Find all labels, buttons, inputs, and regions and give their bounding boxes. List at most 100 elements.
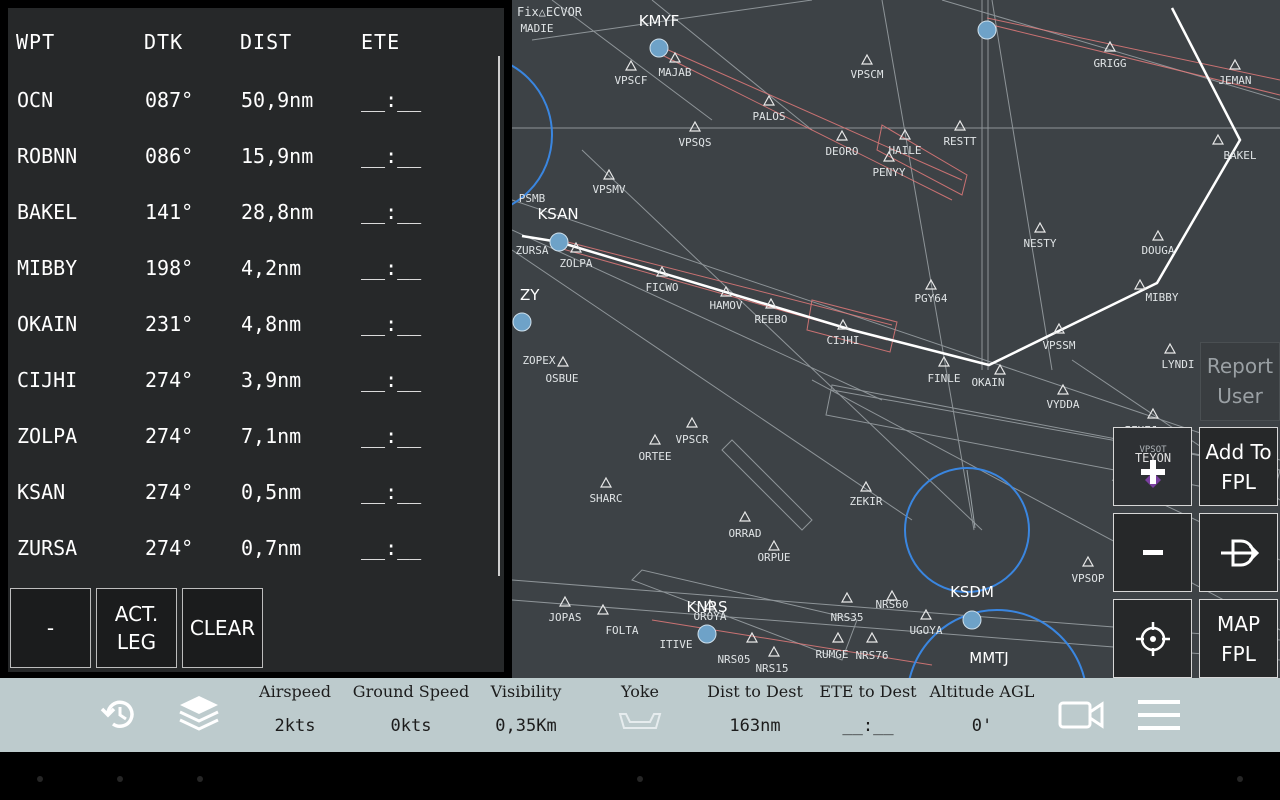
clear-button[interactable]: CLEAR [182,588,263,668]
airport-icon[interactable] [697,624,717,644]
minus-icon [1142,549,1163,555]
map-partial-label: Fix△ECVOR [517,5,583,19]
status-bar: Airspeed 2kts Ground Speed 0kts Visibili… [0,678,1280,752]
header-dist: DIST [240,30,293,54]
airport-icon[interactable] [977,20,997,40]
fix-triangle-icon[interactable] [865,631,879,643]
ground-speed-label: Ground Speed [352,682,470,701]
map-fpl-label-2: FPL [1221,641,1256,666]
flight-plan-row[interactable]: ZURSA 274° 0,7nm __:__ [8,520,498,576]
remove-waypoint-label: - [46,616,55,640]
header-wpt: WPT [16,30,56,54]
history-icon[interactable] [100,695,138,733]
leg-ete: __:__ [361,536,422,560]
airport-icon[interactable] [512,312,532,332]
desired-track: 274° [145,368,194,392]
remove-waypoint-button[interactable]: - [10,588,91,668]
fix-triangle-icon[interactable] [738,510,752,522]
map-fix-label: ORPUE [757,551,790,564]
add-to-fpl-button[interactable]: Add To FPL [1199,427,1278,506]
map-fix-label: NRS60 [875,598,908,611]
flight-plan-row[interactable]: OCN 087° 50,9nm __:__ [8,72,498,128]
airport-icon[interactable] [962,610,982,630]
flight-plan-row[interactable]: ROBNN 086° 15,9nm __:__ [8,128,498,184]
map-fpl-button[interactable]: MAP FPL [1199,599,1278,678]
fix-triangle-icon[interactable] [767,645,781,657]
leg-ete: __:__ [361,368,422,392]
menu-icon[interactable] [1137,698,1181,732]
map-fix-label: OKAIN [971,376,1004,389]
flight-plan-row[interactable]: CIJHI 274° 3,9nm __:__ [8,352,498,408]
map-fix-label: VPSCF [614,74,647,87]
leg-distance: 28,8nm [241,200,314,224]
add-to-fpl-label-1: Add To [1205,439,1272,464]
flight-plan-row[interactable]: MIBBY 198° 4,2nm __:__ [8,240,498,296]
yoke-icon[interactable] [616,710,664,732]
map-fix-label: ORTEE [638,450,671,463]
map-fix-label: VPSMV [592,183,625,196]
zoom-in-button[interactable]: VPSOT TEYON [1113,427,1192,506]
airport-icon[interactable] [649,38,669,58]
map-fix-label: NRS76 [855,649,888,662]
waypoint-name: OKAIN [17,312,78,336]
yoke-label: Yoke [621,682,659,701]
map-fix-label: BAKEL [1223,149,1256,162]
activate-leg-label-2: LEG [116,630,157,654]
center-aircraft-button[interactable] [1113,599,1192,678]
waypoint-name: BAKEL [17,200,78,224]
scrollbar[interactable] [498,56,500,576]
map-fix-label: VPSOP [1071,572,1104,585]
fix-triangle-icon[interactable] [599,476,613,488]
leg-distance: 7,1nm [241,424,302,448]
direct-to-button[interactable] [1199,513,1278,592]
fix-triangle-icon[interactable] [953,119,967,131]
zoom-out-button[interactable] [1113,513,1192,592]
fix-triangle-icon[interactable] [602,168,616,180]
desired-track: 198° [145,256,194,280]
waypoint-name: ZURSA [17,536,78,560]
ground-speed-value: 0kts [390,716,432,736]
fix-triangle-icon[interactable] [1081,555,1095,567]
fix-triangle-icon[interactable] [685,416,699,428]
fix-triangle-icon[interactable] [860,53,874,65]
fix-triangle-icon[interactable] [556,355,570,367]
flight-plan-row[interactable]: ZOLPA 274° 7,1nm __:__ [8,408,498,464]
fix-triangle-icon[interactable] [1033,221,1047,233]
map-fix-label: OSBUE [545,372,578,385]
map-fix-label: CIJHI [826,334,859,347]
leg-distance: 0,5nm [241,480,302,504]
fix-triangle-icon[interactable] [1163,342,1177,354]
fix-triangle-icon[interactable] [1151,229,1165,241]
map-fix-label: UGOYA [909,624,942,637]
fix-triangle-icon[interactable] [1133,278,1147,290]
flight-plan-panel: WPT DTK DIST ETE OCN 087° 50,9nm __:__ ROBNN… [8,8,504,672]
map-fix-label: PGY64 [914,292,947,305]
airport-label: KSAN [537,205,578,223]
map-fix-label: HAMOV [709,299,742,312]
ete-to-dest-label: ETE to Dest [819,682,917,701]
fix-triangle-icon[interactable] [919,608,933,620]
airport-icon[interactable] [549,232,569,252]
map-fix-label: SHARC [589,492,622,505]
dist-to-dest-label: Dist to Dest [707,682,803,701]
flight-plan-row[interactable]: BAKEL 141° 28,8nm __:__ [8,184,498,240]
report-user-button[interactable]: Report User [1200,342,1280,421]
waypoint-name: KSAN [17,480,66,504]
activate-leg-label-1: ACT. [114,602,159,626]
direct-to-icon [1220,539,1259,566]
flight-plan-row[interactable]: OKAIN 231° 4,8nm __:__ [8,296,498,352]
map-fix-label: VPSCR [675,433,708,446]
fix-triangle-icon[interactable] [840,591,854,603]
flight-plan-row[interactable]: KSAN 274° 0,5nm __:__ [8,464,498,520]
fix-triangle-icon[interactable] [767,539,781,551]
fix-triangle-icon[interactable] [831,631,845,643]
fix-triangle-icon[interactable] [745,631,759,643]
activate-leg-button[interactable]: ACT. LEG [96,588,177,668]
fix-triangle-icon[interactable] [648,433,662,445]
layers-icon[interactable] [176,692,222,736]
fix-triangle-icon[interactable] [1228,58,1242,70]
fix-triangle-icon[interactable] [688,120,702,132]
fix-triangle-icon[interactable] [1211,133,1225,145]
fix-triangle-icon[interactable] [835,129,849,141]
camera-icon[interactable] [1058,700,1104,730]
